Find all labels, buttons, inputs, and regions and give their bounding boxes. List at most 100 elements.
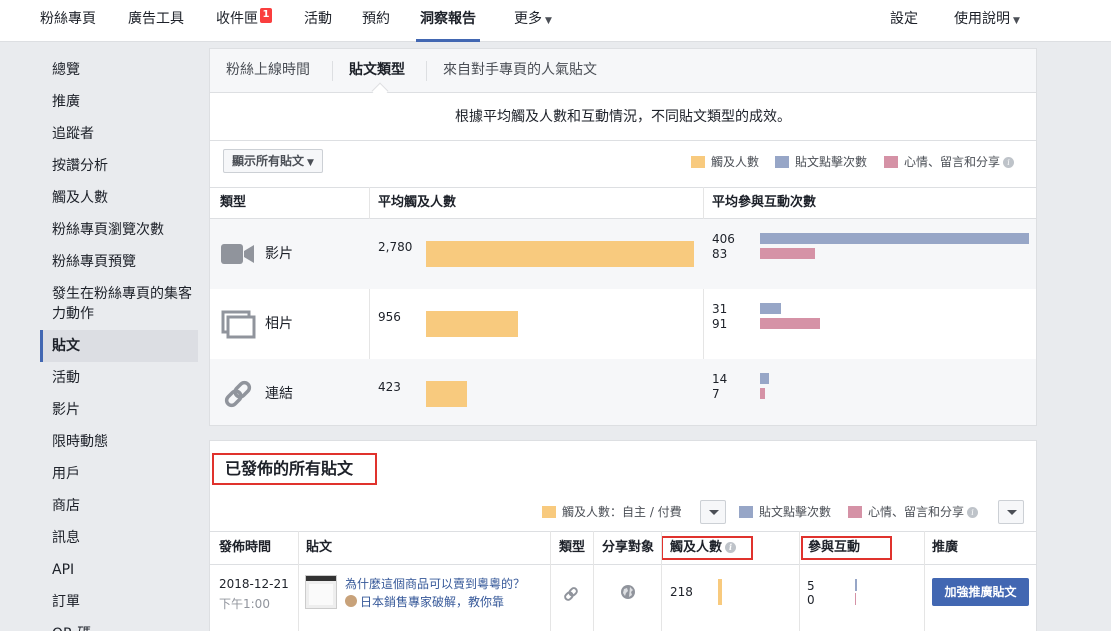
sidebar-item-likes[interactable]: 按讚分析 [40,150,198,182]
column-header-post: 貼文 [306,540,333,555]
legend-reactions-label: 心情、留言和分享 [904,155,1001,169]
post-reactions-value: 0 [807,593,815,607]
reach-bar [426,241,694,267]
sidebar-item-stories[interactable]: 限時動態 [40,426,198,458]
sidebar-item-videos[interactable]: 影片 [40,394,198,426]
reactions-bar [760,318,821,329]
video-icon [221,244,254,264]
post-clicks-bar [855,579,857,591]
legend-reactions-label: 心情、留言和分享 [868,505,965,519]
column-header-type: 類型 [559,540,586,555]
sidebar-item-promotions[interactable]: 推廣 [40,86,198,118]
inbox-badge: 1 [260,8,272,23]
chevron-down-icon: ▼ [545,16,552,26]
nav-settings[interactable]: 設定 [890,0,918,42]
nav-help-label: 使用說明 [954,11,1010,27]
column-header-type: 類型 [220,195,247,210]
tab-when-fans-online[interactable]: 粉絲上線時間 [226,49,310,93]
legend-clicks-label: 貼文點擊次數 [759,505,832,519]
reactions-value: 7 [712,387,720,401]
legend-swatch-reach [542,506,556,518]
sidebar-item-page-views[interactable]: 粉絲專頁瀏覽次數 [40,214,198,246]
reactions-bar [760,388,765,399]
legend-reach-label: 觸及人數 [711,155,760,169]
avg-reach-value: 423 [378,380,401,394]
avg-reach-value: 2,780 [378,240,413,254]
boost-post-button[interactable]: 加強推廣貼文 [932,578,1029,606]
post-title-link[interactable]: 為什麼這個商品可以賣到粵粵的？ 日本銷售專家破解，教你靠 [345,575,525,611]
link-icon [564,587,578,601]
post-types-table-header: 類型 平均觸及人數 平均參與互動次數 [210,187,1036,219]
link-icon [224,380,252,408]
post-types-card: 粉絲上線時間 貼文類型 來自對手專頁的人氣貼文 根據平均觸及人數和互動情況，不同… [209,48,1037,426]
chevron-down-icon: ▼ [307,158,314,168]
post-date: 2018-12-21 [219,577,289,591]
legend-reach-organic-paid: 觸及人數：自主 / 付費 [542,503,682,520]
legend-reach-organic-paid-label: 觸及人數：自主 / 付費 [562,505,682,519]
post-time: 下午1:00 [219,597,270,611]
post-reactions-bar [855,593,856,605]
legend-clicks: 貼文點擊次數 [739,503,831,520]
clicks-value: 406 [712,232,735,246]
reach-bar [426,311,519,337]
post-filter-dropdown[interactable]: 顯示所有貼文 ▼ [223,149,323,173]
nav-appointments[interactable]: 預約 [362,0,390,42]
sidebar-item-reach[interactable]: 觸及人數 [40,182,198,214]
legend-swatch-reactions [848,506,862,518]
nav-insights[interactable]: 洞察報告 [416,0,480,42]
sidebar-item-overview[interactable]: 總覽 [40,54,198,86]
table-row: 影片 2,780 406 83 [210,219,1036,289]
post-reach-bar [718,579,722,605]
reactions-value: 83 [712,247,728,261]
nav-page[interactable]: 粉絲專頁 [40,0,96,42]
sidebar-item-api[interactable]: API [40,554,198,586]
avg-reach-value: 956 [378,310,401,324]
insights-sidebar: 總覽 推廣 追蹤者 按讚分析 觸及人數 粉絲專頁瀏覽次數 粉絲專頁預覽 發生在粉… [40,54,198,631]
sidebar-item-posts[interactable]: 貼文 [40,330,198,362]
reach-header-highlight [661,536,753,560]
chevron-down-icon: ▼ [1013,16,1020,26]
column-header-avg-reach: 平均觸及人數 [378,195,457,210]
legend-reactions: 心情、留言和分享 i [848,503,979,520]
published-posts-card: 已發佈的所有貼文 觸及人數：自主 / 付費 貼文點擊次數 心情、留言和分享 i 發… [209,440,1037,631]
tab-top-posts-from-competitors[interactable]: 來自對手專頁的人氣貼文 [443,49,597,93]
insights-tabs: 粉絲上線時間 貼文類型 來自對手專頁的人氣貼文 [210,49,1036,100]
nav-inbox[interactable]: 收件匣 1 [216,0,272,42]
post-clicks-value: 5 [807,579,815,593]
sidebar-item-page-previews[interactable]: 粉絲專頁預覽 [40,246,198,278]
sidebar-item-shop[interactable]: 商店 [40,490,198,522]
legend-reach: 觸及人數 [691,153,759,170]
published-posts-title: 已發佈的所有貼文 [212,453,377,485]
sidebar-item-orders[interactable]: 訂單 [40,586,198,618]
post-thumbnail[interactable] [305,575,337,609]
nav-events[interactable]: 活動 [304,0,332,42]
post-type-label: 相片 [265,316,293,332]
legend-clicks: 貼文點擊次數 [775,153,867,170]
post-type-label: 影片 [265,246,293,262]
legend-clicks-label: 貼文點擊次數 [795,155,868,169]
nav-ad-tools[interactable]: 廣告工具 [128,0,184,42]
legend-swatch-clicks [775,156,789,168]
info-icon[interactable]: i [1003,157,1015,168]
sidebar-item-qr-code[interactable]: QR 碼 [40,618,198,631]
post-title-line-2: 日本銷售專家破解，教你靠 [345,593,525,611]
post-reach-value: 218 [670,585,693,599]
reach-options-dropdown[interactable] [700,500,726,524]
nav-more[interactable]: 更多 ▼ [514,0,552,42]
legend-swatch-reactions [884,156,898,168]
sidebar-item-messages[interactable]: 訊息 [40,522,198,554]
table-row: 連結 423 14 7 [210,359,1036,425]
nav-inbox-label: 收件匣 [216,11,258,27]
info-icon[interactable]: i [967,507,979,518]
sidebar-item-followers[interactable]: 追蹤者 [40,118,198,150]
legend-reactions: 心情、留言和分享 i [884,153,1015,170]
engagement-options-dropdown[interactable] [998,500,1024,524]
nav-help[interactable]: 使用說明 ▼ [954,0,1020,42]
clicks-value: 31 [712,302,728,316]
globe-icon [621,585,635,599]
sidebar-item-events[interactable]: 活動 [40,362,198,394]
reactions-bar [760,248,815,259]
sidebar-item-actions-on-page[interactable]: 發生在粉絲專頁的集客力動作 [40,278,198,330]
photo-icon [221,310,256,339]
sidebar-item-people[interactable]: 用戶 [40,458,198,490]
